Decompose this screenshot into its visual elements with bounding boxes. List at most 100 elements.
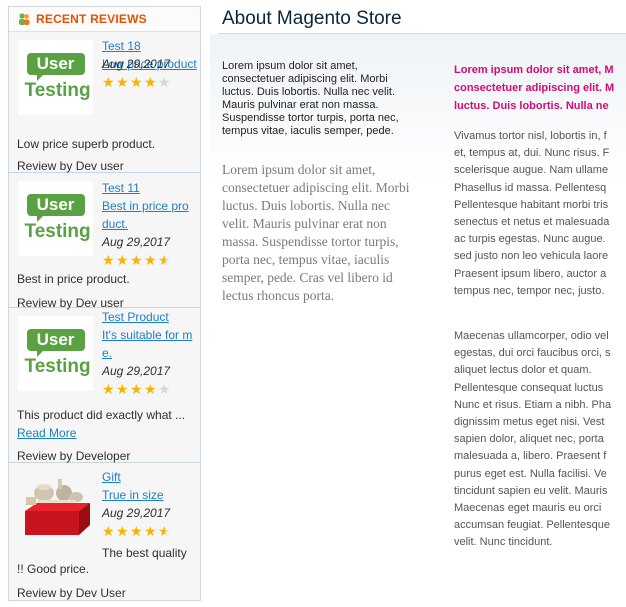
body-paragraph-2: Maecenas ullamcorper, odio vel egestas, … [454,328,626,552]
text-line: et, tempus at, dui. Nunc risus. F [454,147,610,160]
product-thumbnail[interactable]: User Testing [18,40,93,115]
recent-reviews-title: RECENT REVIEWS [36,12,147,26]
text-line: semper, pede. Cras vel libero id [222,270,393,285]
text-line: Lorem ipsum dolor sit amet, [222,162,376,177]
rating-stars: ★ ★ ★ ★ ★ [102,524,200,538]
star-half-icon: ★ [158,252,171,268]
star-empty-icon: ★ [158,381,171,397]
review-author: Review by Developer [17,449,131,463]
read-more-link[interactable]: Read More [17,426,76,440]
body-paragraph-1: Vivamus tortor nisl, lobortis in, f et, … [454,128,626,300]
logo-bottom-text: Testing [24,80,91,101]
rating-stars: ★ ★ ★ ★ ★ [102,253,200,267]
recent-reviews-header: RECENT REVIEWS [9,7,200,32]
text-line: Praesent ipsum libero, auctor a [454,267,607,280]
text-line: consectetuer adipiscing elit. Morbi [222,73,388,85]
text-line: Pellentesque consequat luctus [454,381,604,394]
star-icon: ★ [130,74,143,90]
logo-top-text: User [26,53,85,81]
recent-reviews-block: RECENT REVIEWS User Testing Test 18 Low … [8,6,201,601]
text-line: senectus et netus et malesuada [454,216,610,229]
text-line: egestas, dui orci faucibus orci, s [454,347,611,360]
rating-stars: ★ ★ ★ ★ ★ [102,75,200,89]
text-line: malesuada a, libero. Praesent f [454,450,607,463]
text-line: accumsan feugiat. Pellentesque [454,519,610,532]
star-icon: ★ [102,381,115,397]
logo-top-text: User [26,329,85,357]
review-text: Low price superb product. [17,137,156,151]
product-thumbnail[interactable]: User Testing [18,316,93,391]
text-line: Phasellus id massa. Pellentesq [454,181,607,194]
review-item: Gift True in size Aug 29,2017 ★ ★ ★ ★ ★ The … [9,463,200,600]
product-name-link[interactable]: Test 18 [102,39,141,53]
text-line: consectetuer adipiscing elit. M [454,82,615,94]
text-line: Suspendisse tortor turpis, porta nec, [222,112,399,124]
review-item: User Testing Test 18 Low price product c… [9,32,200,173]
star-icon: ★ [144,523,157,539]
text-line: aliquet lectus dolor et quam. [454,364,592,377]
usertesting-logo: User Testing [18,40,93,115]
text-line: tempus vitae, iaculis semper, pede. [222,125,394,137]
product-name-link[interactable]: Test 11 [102,181,140,195]
review-title-link-cont[interactable]: duct. [102,217,128,231]
logo-bottom-text: Testing [24,221,91,242]
text-line: tempus nec, tempor nec, justo. [454,284,605,297]
logo-bottom-text: Testing [24,356,91,377]
users-icon [17,12,31,26]
text-line: massa. Suspendisse tortor turpis, [222,234,399,249]
star-icon: ★ [102,252,115,268]
star-icon: ★ [144,74,157,90]
text-line: Mauris pulvinar erat non massa. [222,99,379,111]
review-title-link[interactable]: True in size [102,488,164,502]
text-line: Nunc et risus. Etiam a nibh. Pha [454,398,612,411]
review-text: Best in price product. [17,272,130,286]
text-line: velit. Nunc tincidunt. [454,536,553,549]
review-text-cont: !! Good price. [17,562,90,576]
review-title-link[interactable]: It's suitable for m [102,328,192,342]
star-icon: ★ [116,523,129,539]
star-icon: ★ [144,381,157,397]
star-icon: ★ [130,252,143,268]
review-author: Review by Dev user [17,159,124,173]
text-line: Maecenas ullamcorper, odio vel [454,330,609,342]
product-name-link[interactable]: Gift [102,470,121,484]
star-icon: ★ [116,252,129,268]
text-line: purus eget est. Nulla facilisi. Ve [454,467,607,480]
review-item: User Testing Test Product It's suitable … [9,308,200,463]
highlight-paragraph: Lorem ipsum dolor sit amet, M consectetu… [454,61,626,115]
review-title-link[interactable]: Best in price pro [102,199,189,213]
text-line: porta nec, tempus vitae, iaculis [222,252,390,267]
product-name-link[interactable]: Test Product [102,310,169,324]
review-item: User Testing Test 11 Best in price pro d… [9,173,200,310]
usertesting-logo: User Testing [18,181,93,256]
text-line: lectus rhoncus porta. [222,288,335,303]
text-line: ac turpis egestas. Nunc augue. [454,233,606,246]
text-line: luctus. Duis lobortis. Nulla nec [222,198,390,213]
review-date: Aug 29,2017 [102,235,171,249]
text-line: luctus. Duis lobortis. Nulla ne [454,100,609,112]
star-half-icon: ★ [158,523,171,539]
title-divider [218,33,626,34]
logo-top-text: User [26,194,85,222]
star-icon: ★ [130,381,143,397]
text-line: consectetuer adipiscing elit. Morbi [222,180,410,195]
text-line: dignissim metus eget nisi. Vest [454,416,605,429]
review-date: Aug 29,2017 [102,506,171,520]
review-title-link-cont[interactable]: e. [102,346,112,360]
usertesting-logo: User Testing [18,316,93,391]
text-line: Lorem ipsum dolor sit amet, M [454,64,614,76]
review-author: Review by Dev User [17,586,126,600]
star-icon: ★ [130,523,143,539]
review-text: This product did exactly what ... Read M… [17,406,197,442]
star-empty-icon: ★ [158,74,171,90]
gift-box-photo [18,467,93,542]
text-line: Maecenas eget mauris eu orci [454,502,602,515]
text-line: tincidunt sapien eu velit. Mauris [454,484,608,497]
review-text-snippet: This product did exactly what ... [17,408,186,422]
star-icon: ★ [102,74,115,90]
rating-stars: ★ ★ ★ ★ ★ [102,382,200,396]
product-thumbnail[interactable] [18,467,93,542]
product-thumbnail[interactable]: User Testing [18,181,93,256]
text-line: Pellentesque habitant morbi tris [454,198,609,211]
star-icon: ★ [116,74,129,90]
